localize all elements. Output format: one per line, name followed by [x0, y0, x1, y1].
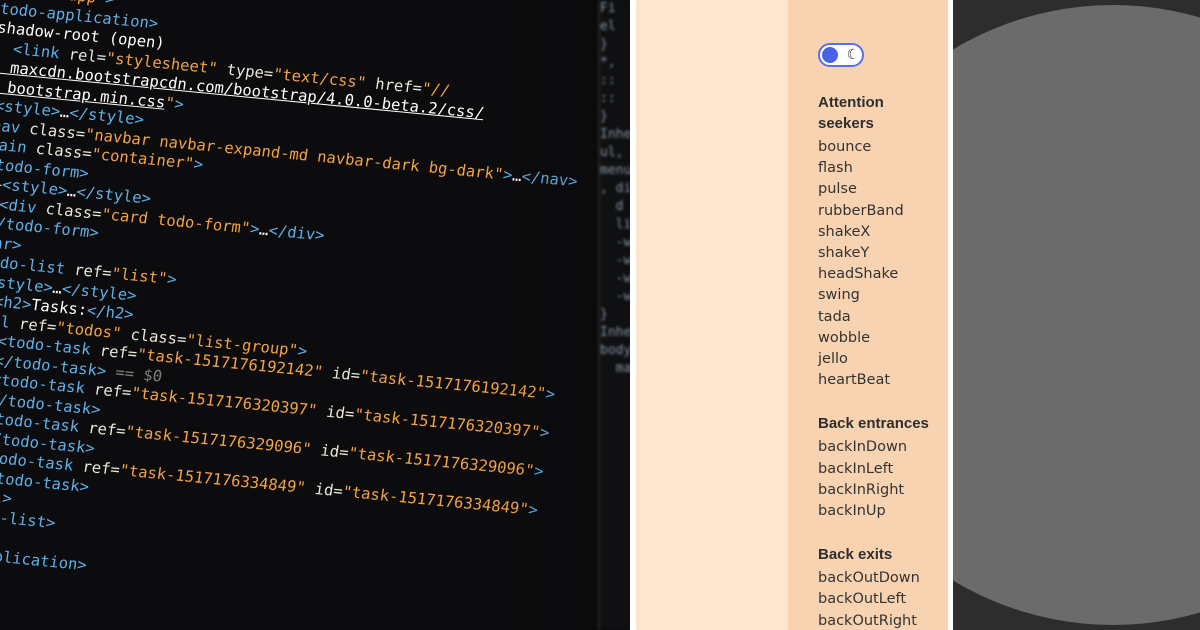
animation-link-backInUp[interactable]: backInUp [818, 501, 943, 522]
style-line: :: [600, 91, 616, 106]
animation-link-pulse[interactable]: pulse [818, 179, 943, 200]
animation-link-rubberBand[interactable]: rubberBand [818, 201, 943, 222]
style-line: } [600, 307, 608, 322]
style-line: -w [600, 271, 630, 286]
dark-mode-toggle[interactable]: ☾ [818, 43, 864, 67]
animation-link-jello[interactable]: jello [818, 349, 943, 370]
style-line: Inhe [600, 127, 630, 142]
style-line: } [600, 109, 608, 124]
style-line: Inherite [600, 325, 630, 340]
animation-link-heartBeat[interactable]: heartBeat [818, 370, 943, 391]
style-line: Fi [600, 1, 616, 16]
animation-link-flash[interactable]: flash [818, 158, 943, 179]
animation-group: Attention seekers bounce flash pulse rubberB… [818, 92, 943, 391]
style-line: , di [600, 181, 630, 196]
style-line: -w [600, 289, 630, 304]
code-screenshot-photo: <div id="app"> <todo-application>▾#shado… [0, 0, 630, 630]
devtools-elements-code: <div id="app"> <todo-application>▾#shado… [0, 0, 623, 619]
toggle-knob [822, 47, 838, 63]
animation-link-backOutRight[interactable]: backOutRight [818, 611, 943, 630]
group-heading: Attention seekers [818, 94, 884, 132]
animation-group: Back entrances backInDown backInLeft backIn… [818, 413, 943, 522]
animation-link-shakeY[interactable]: shakeY [818, 243, 943, 264]
animation-group: Back exits backOutDown backOutLeft backOutR… [818, 544, 943, 630]
style-line: d [600, 199, 624, 214]
animation-link-headShake[interactable]: headShake [818, 264, 943, 285]
animation-link-bounce[interactable]: bounce [818, 137, 943, 158]
group-heading: Back entrances [818, 415, 929, 433]
style-line: -w [600, 235, 630, 250]
style-line: :: [600, 73, 616, 88]
animation-list: Attention seekers bounce flash pulse rubberB… [818, 92, 943, 630]
style-line: *, [600, 55, 616, 70]
style-line: menu [600, 163, 630, 178]
style-line: marg [615, 361, 630, 376]
animation-preview-stage [953, 0, 1200, 630]
style-line: body { [600, 343, 630, 358]
animation-link-backInLeft[interactable]: backInLeft [818, 459, 943, 480]
animation-link-tada[interactable]: tada [818, 307, 943, 328]
animation-link-shakeX[interactable]: shakeX [818, 222, 943, 243]
style-line: } [600, 37, 608, 52]
animation-link-backOutDown[interactable]: backOutDown [818, 568, 943, 589]
style-line: li [600, 217, 630, 232]
animation-link-swing[interactable]: swing [818, 285, 943, 306]
animation-sidebar: ☾ Attention seekers bounce flash pulse rubbe… [788, 0, 948, 630]
animation-link-wobble[interactable]: wobble [818, 328, 943, 349]
animation-link-backInDown[interactable]: backInDown [818, 437, 943, 458]
content-area [636, 0, 788, 630]
style-line: ul, [600, 145, 624, 160]
style-line: -w [600, 253, 630, 268]
animation-link-backOutLeft[interactable]: backOutLeft [818, 589, 943, 610]
group-heading: Back exits [818, 546, 893, 564]
moon-icon: ☾ [846, 47, 860, 63]
style-line: el [600, 19, 616, 34]
animation-link-backInRight[interactable]: backInRight [818, 480, 943, 501]
demo-circle [953, 5, 1200, 625]
devtools-styles-pane: Fi el} *,::::} Inhe ul, menu, di d li -w -w -… [598, 0, 630, 630]
